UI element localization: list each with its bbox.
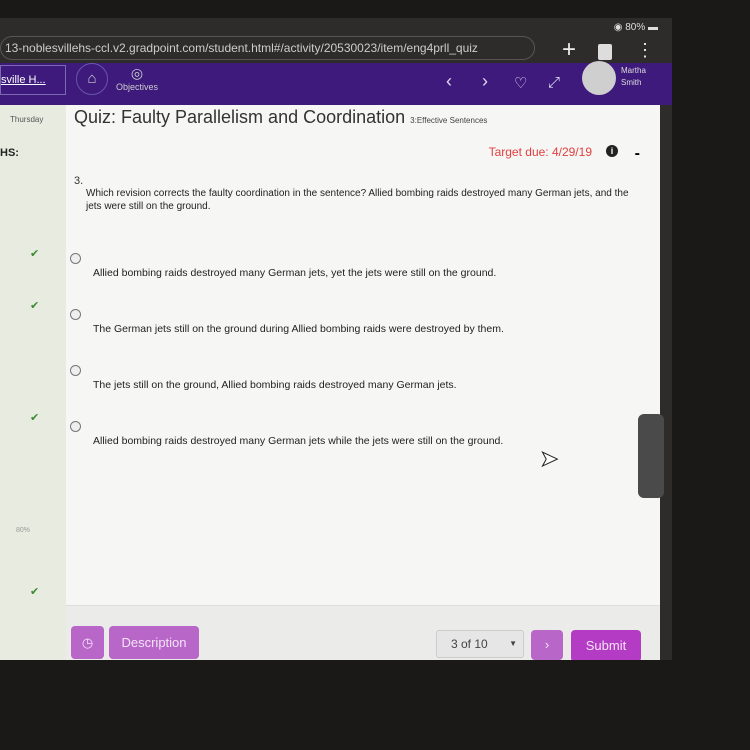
- user-name[interactable]: Martha Smith: [621, 65, 646, 89]
- sidebar-heading: HS:: [0, 147, 19, 159]
- new-tab-icon[interactable]: +: [562, 38, 576, 62]
- tabs-icon[interactable]: [598, 44, 612, 60]
- heart-icon[interactable]: ♡: [514, 74, 527, 92]
- page-title: Quiz: Faulty Parallelism and Coordinatio…: [74, 107, 487, 128]
- answer-option[interactable]: The jets still on the ground, Allied bom…: [70, 365, 457, 391]
- objectives-label: Objectives: [116, 82, 159, 92]
- sidebar-progress: 80%: [16, 527, 31, 534]
- answer-option[interactable]: Allied bombing raids destroyed many Germ…: [70, 421, 504, 447]
- sidebar-day: Thursday: [10, 115, 44, 124]
- radio-button[interactable]: [70, 309, 81, 320]
- radio-button[interactable]: [70, 253, 81, 264]
- mouse-cursor-icon: ➤: [539, 446, 559, 472]
- top-nav: sville H... ⌂ ◎ Objectives ‹ › ♡ ⤢ Martha…: [0, 61, 672, 105]
- next-question-button[interactable]: ›: [531, 630, 563, 660]
- address-bar[interactable]: 13-noblesvillehs-ccl.v2.gradpoint.com/st…: [0, 36, 535, 60]
- target-due: Target due: 4/29/19: [488, 145, 592, 159]
- battery-status: ◉ 80% ▬: [613, 22, 658, 33]
- submit-button[interactable]: Submit: [571, 630, 641, 660]
- clock-icon: ◷: [81, 635, 94, 650]
- next-icon[interactable]: ›: [482, 71, 488, 92]
- option-text: The German jets still on the ground duri…: [93, 323, 504, 335]
- answer-option[interactable]: The German jets still on the ground duri…: [70, 309, 504, 335]
- page-select-value: 3 of 10: [451, 637, 488, 651]
- prev-icon[interactable]: ‹: [446, 71, 452, 92]
- quiz-title: Quiz: Faulty Parallelism and Coordinatio…: [74, 107, 406, 127]
- side-panel-handle[interactable]: [638, 414, 664, 498]
- expand-icon[interactable]: ⤢: [548, 74, 560, 91]
- school-selector[interactable]: sville H...: [0, 65, 66, 95]
- quiz-subtitle: 3:Effective Sentences: [410, 116, 488, 125]
- check-icon: ✔: [30, 412, 40, 424]
- question-select[interactable]: 3 of 10 ▼: [436, 630, 524, 658]
- more-menu-icon[interactable]: ⋮: [636, 40, 654, 61]
- check-icon: ✔: [30, 248, 40, 260]
- quiz-footer: ◷ Description 3 of 10 ▼ › Submit: [66, 605, 660, 660]
- target-icon: ◎: [130, 65, 144, 81]
- check-icon: ✔: [30, 300, 40, 312]
- radio-button[interactable]: [70, 365, 81, 376]
- tablet-screen: ◉ 80% ▬ 13-noblesvillehs-ccl.v2.gradpoin…: [0, 18, 672, 660]
- battery-level: 80%: [625, 22, 646, 33]
- check-icon: ✔: [30, 586, 40, 598]
- collapse-icon[interactable]: -: [635, 145, 640, 163]
- answer-option[interactable]: Allied bombing raids destroyed many Germ…: [70, 253, 497, 279]
- option-text: Allied bombing raids destroyed many Germ…: [93, 435, 504, 447]
- user-first: Martha: [621, 66, 646, 75]
- sidebar: Thursday HS: ✔ ✔ ✔ 80% ✔: [0, 105, 66, 660]
- option-text: Allied bombing raids destroyed many Germ…: [93, 267, 497, 279]
- user-last: Smith: [621, 78, 642, 87]
- description-button[interactable]: Description: [109, 626, 199, 659]
- question-number: 3.: [74, 175, 84, 187]
- option-text: The jets still on the ground, Allied bom…: [93, 379, 457, 391]
- question-text: Which revision corrects the faulty coord…: [86, 188, 629, 212]
- home-icon[interactable]: ⌂: [76, 63, 108, 95]
- quiz-panel: Quiz: Faulty Parallelism and Coordinatio…: [66, 105, 660, 605]
- objectives-button[interactable]: ◎ Objectives: [116, 65, 158, 92]
- timer-button[interactable]: ◷: [71, 626, 104, 659]
- info-icon[interactable]: i: [606, 145, 618, 157]
- dropdown-arrow-icon: ▼: [509, 639, 517, 648]
- radio-button[interactable]: [70, 421, 81, 432]
- avatar[interactable]: [582, 61, 616, 95]
